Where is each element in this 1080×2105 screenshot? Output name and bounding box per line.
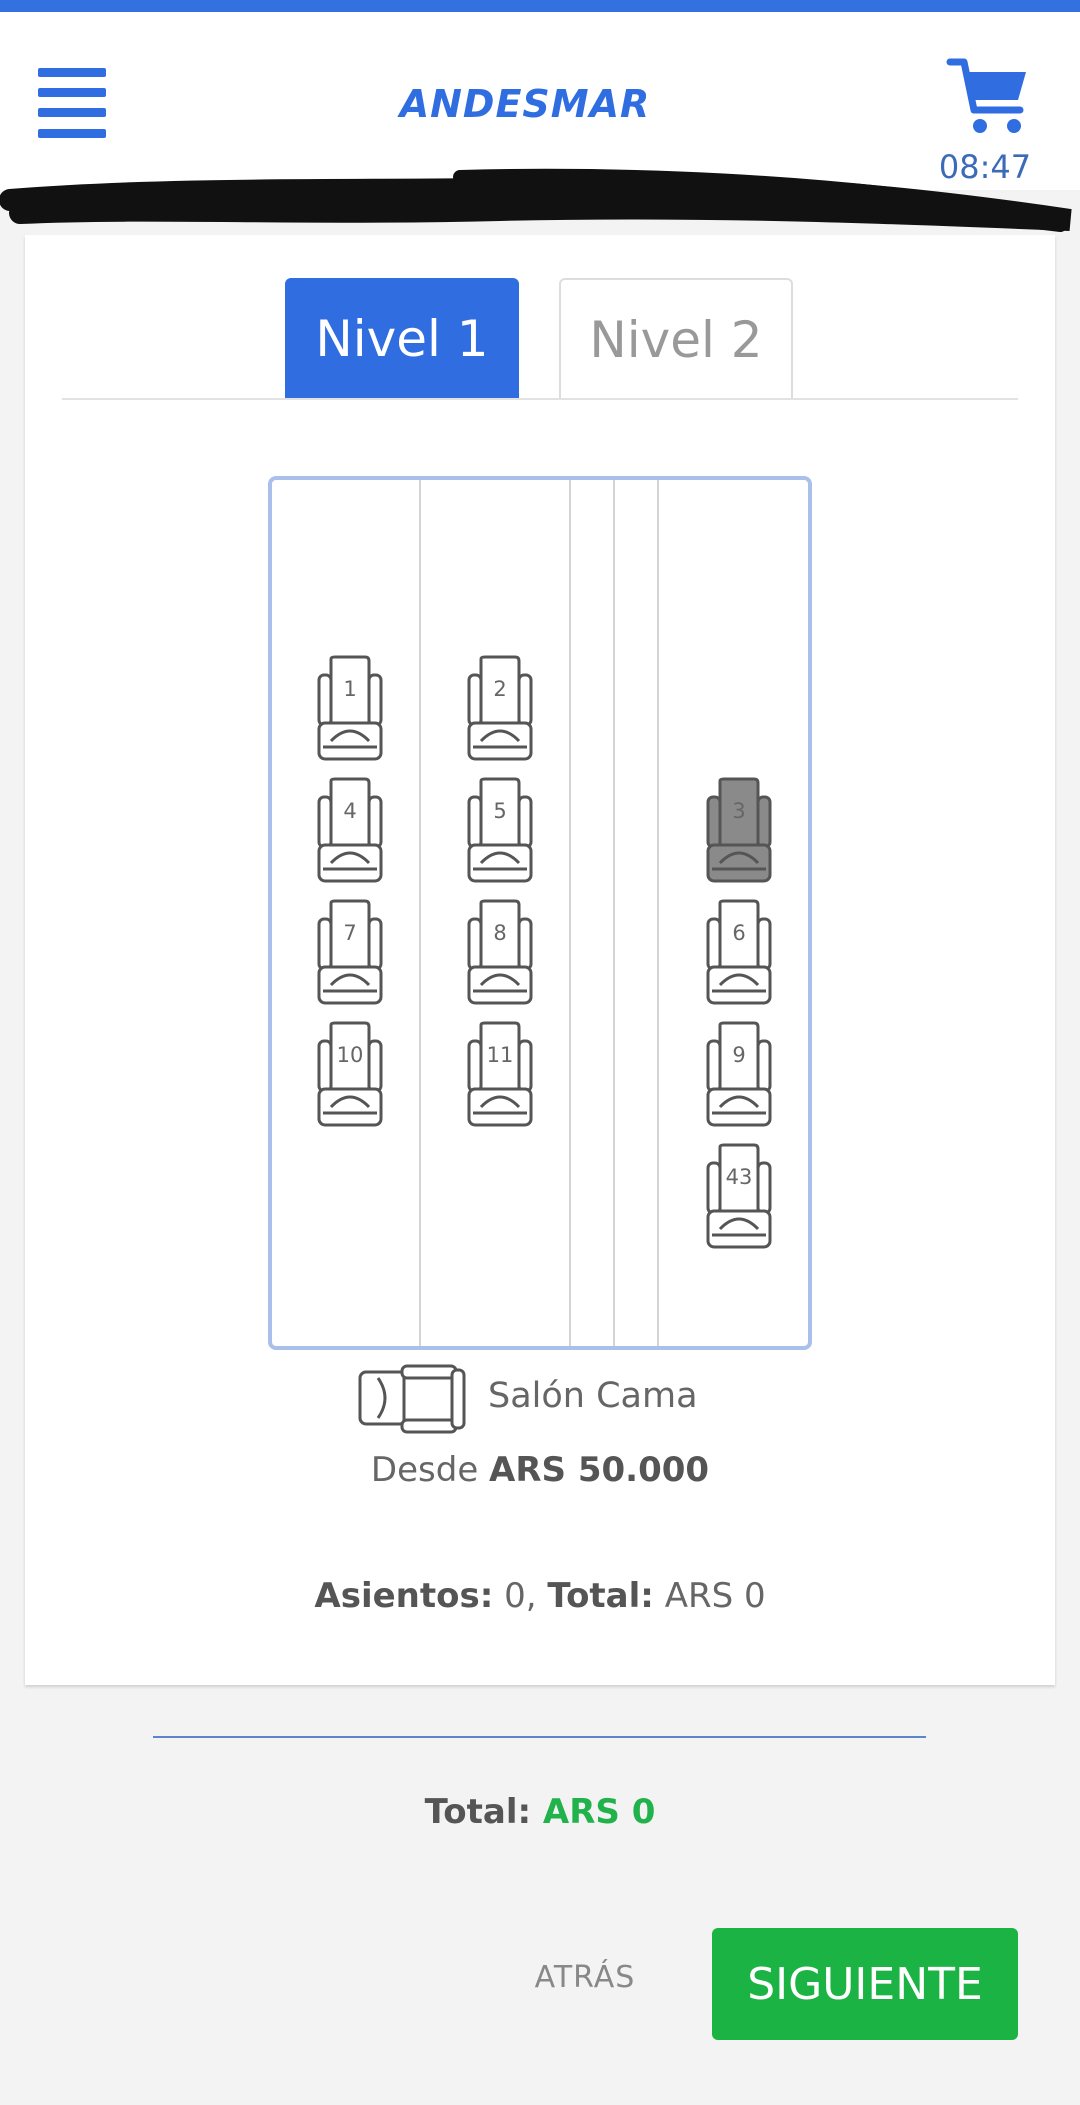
summary-total-label: Total: [547, 1576, 654, 1616]
seat-11[interactable]: 11 [465, 1021, 535, 1131]
divider-line [153, 1736, 926, 1738]
seat-number: 6 [732, 921, 746, 945]
next-button[interactable]: SIGUIENTE [712, 1928, 1018, 2040]
tab-nivel-2[interactable]: Nivel 2 [559, 278, 793, 400]
price-prefix: Desde [370, 1450, 479, 1490]
seat-number: 43 [725, 1165, 753, 1189]
cart-icon[interactable] [944, 52, 1032, 140]
top-accent-bar [0, 0, 1080, 12]
seats-count-label: Asientos: [314, 1576, 494, 1616]
brand-logo: ANDESMAR [399, 82, 651, 126]
sofa-bed-seat-icon [358, 1364, 466, 1434]
menu-icon[interactable] [38, 68, 106, 138]
seat-type-label: Salón Cama [488, 1376, 698, 1416]
footer-total-label: Total: [424, 1792, 532, 1832]
seat-1[interactable]: 1 [315, 655, 385, 765]
seat-5[interactable]: 5 [465, 777, 535, 887]
seat-2[interactable]: 2 [465, 655, 535, 765]
tab-underline [62, 398, 1018, 400]
footer-total: Total: ARS 0 [0, 1792, 1080, 1832]
seat-8[interactable]: 8 [465, 899, 535, 1009]
seat-9[interactable]: 9 [704, 1021, 774, 1131]
seat-number: 4 [343, 799, 357, 823]
price-value: ARS 50.000 [489, 1450, 710, 1490]
seat-number: 11 [486, 1043, 514, 1067]
seat-10[interactable]: 10 [315, 1021, 385, 1131]
seat-7[interactable]: 7 [315, 899, 385, 1009]
seat-number: 7 [343, 921, 357, 945]
tab-nivel-1[interactable]: Nivel 1 [285, 278, 519, 400]
seat-number: 5 [493, 799, 507, 823]
price-from: Desde ARS 50.000 [0, 1450, 1080, 1490]
app-header: ANDESMAR 08:47 [0, 12, 1080, 190]
seats-count-value: 0, [504, 1576, 537, 1616]
seat-number: 2 [493, 677, 507, 701]
seat-number: 1 [343, 677, 357, 701]
seat-number: 10 [336, 1043, 364, 1067]
footer-total-value: ARS 0 [542, 1792, 656, 1832]
seat-number: 3 [732, 799, 746, 823]
seat-43[interactable]: 43 [704, 1143, 774, 1253]
seat-number: 9 [732, 1043, 746, 1067]
summary-total-value: ARS 0 [664, 1576, 766, 1616]
back-button[interactable]: ATRÁS [520, 1960, 650, 1995]
seat-number: 8 [493, 921, 507, 945]
selection-summary: Asientos: 0, Total: ARS 0 [0, 1576, 1080, 1616]
seat-3: 3 [704, 777, 774, 887]
seat-4[interactable]: 4 [315, 777, 385, 887]
seat-6[interactable]: 6 [704, 899, 774, 1009]
